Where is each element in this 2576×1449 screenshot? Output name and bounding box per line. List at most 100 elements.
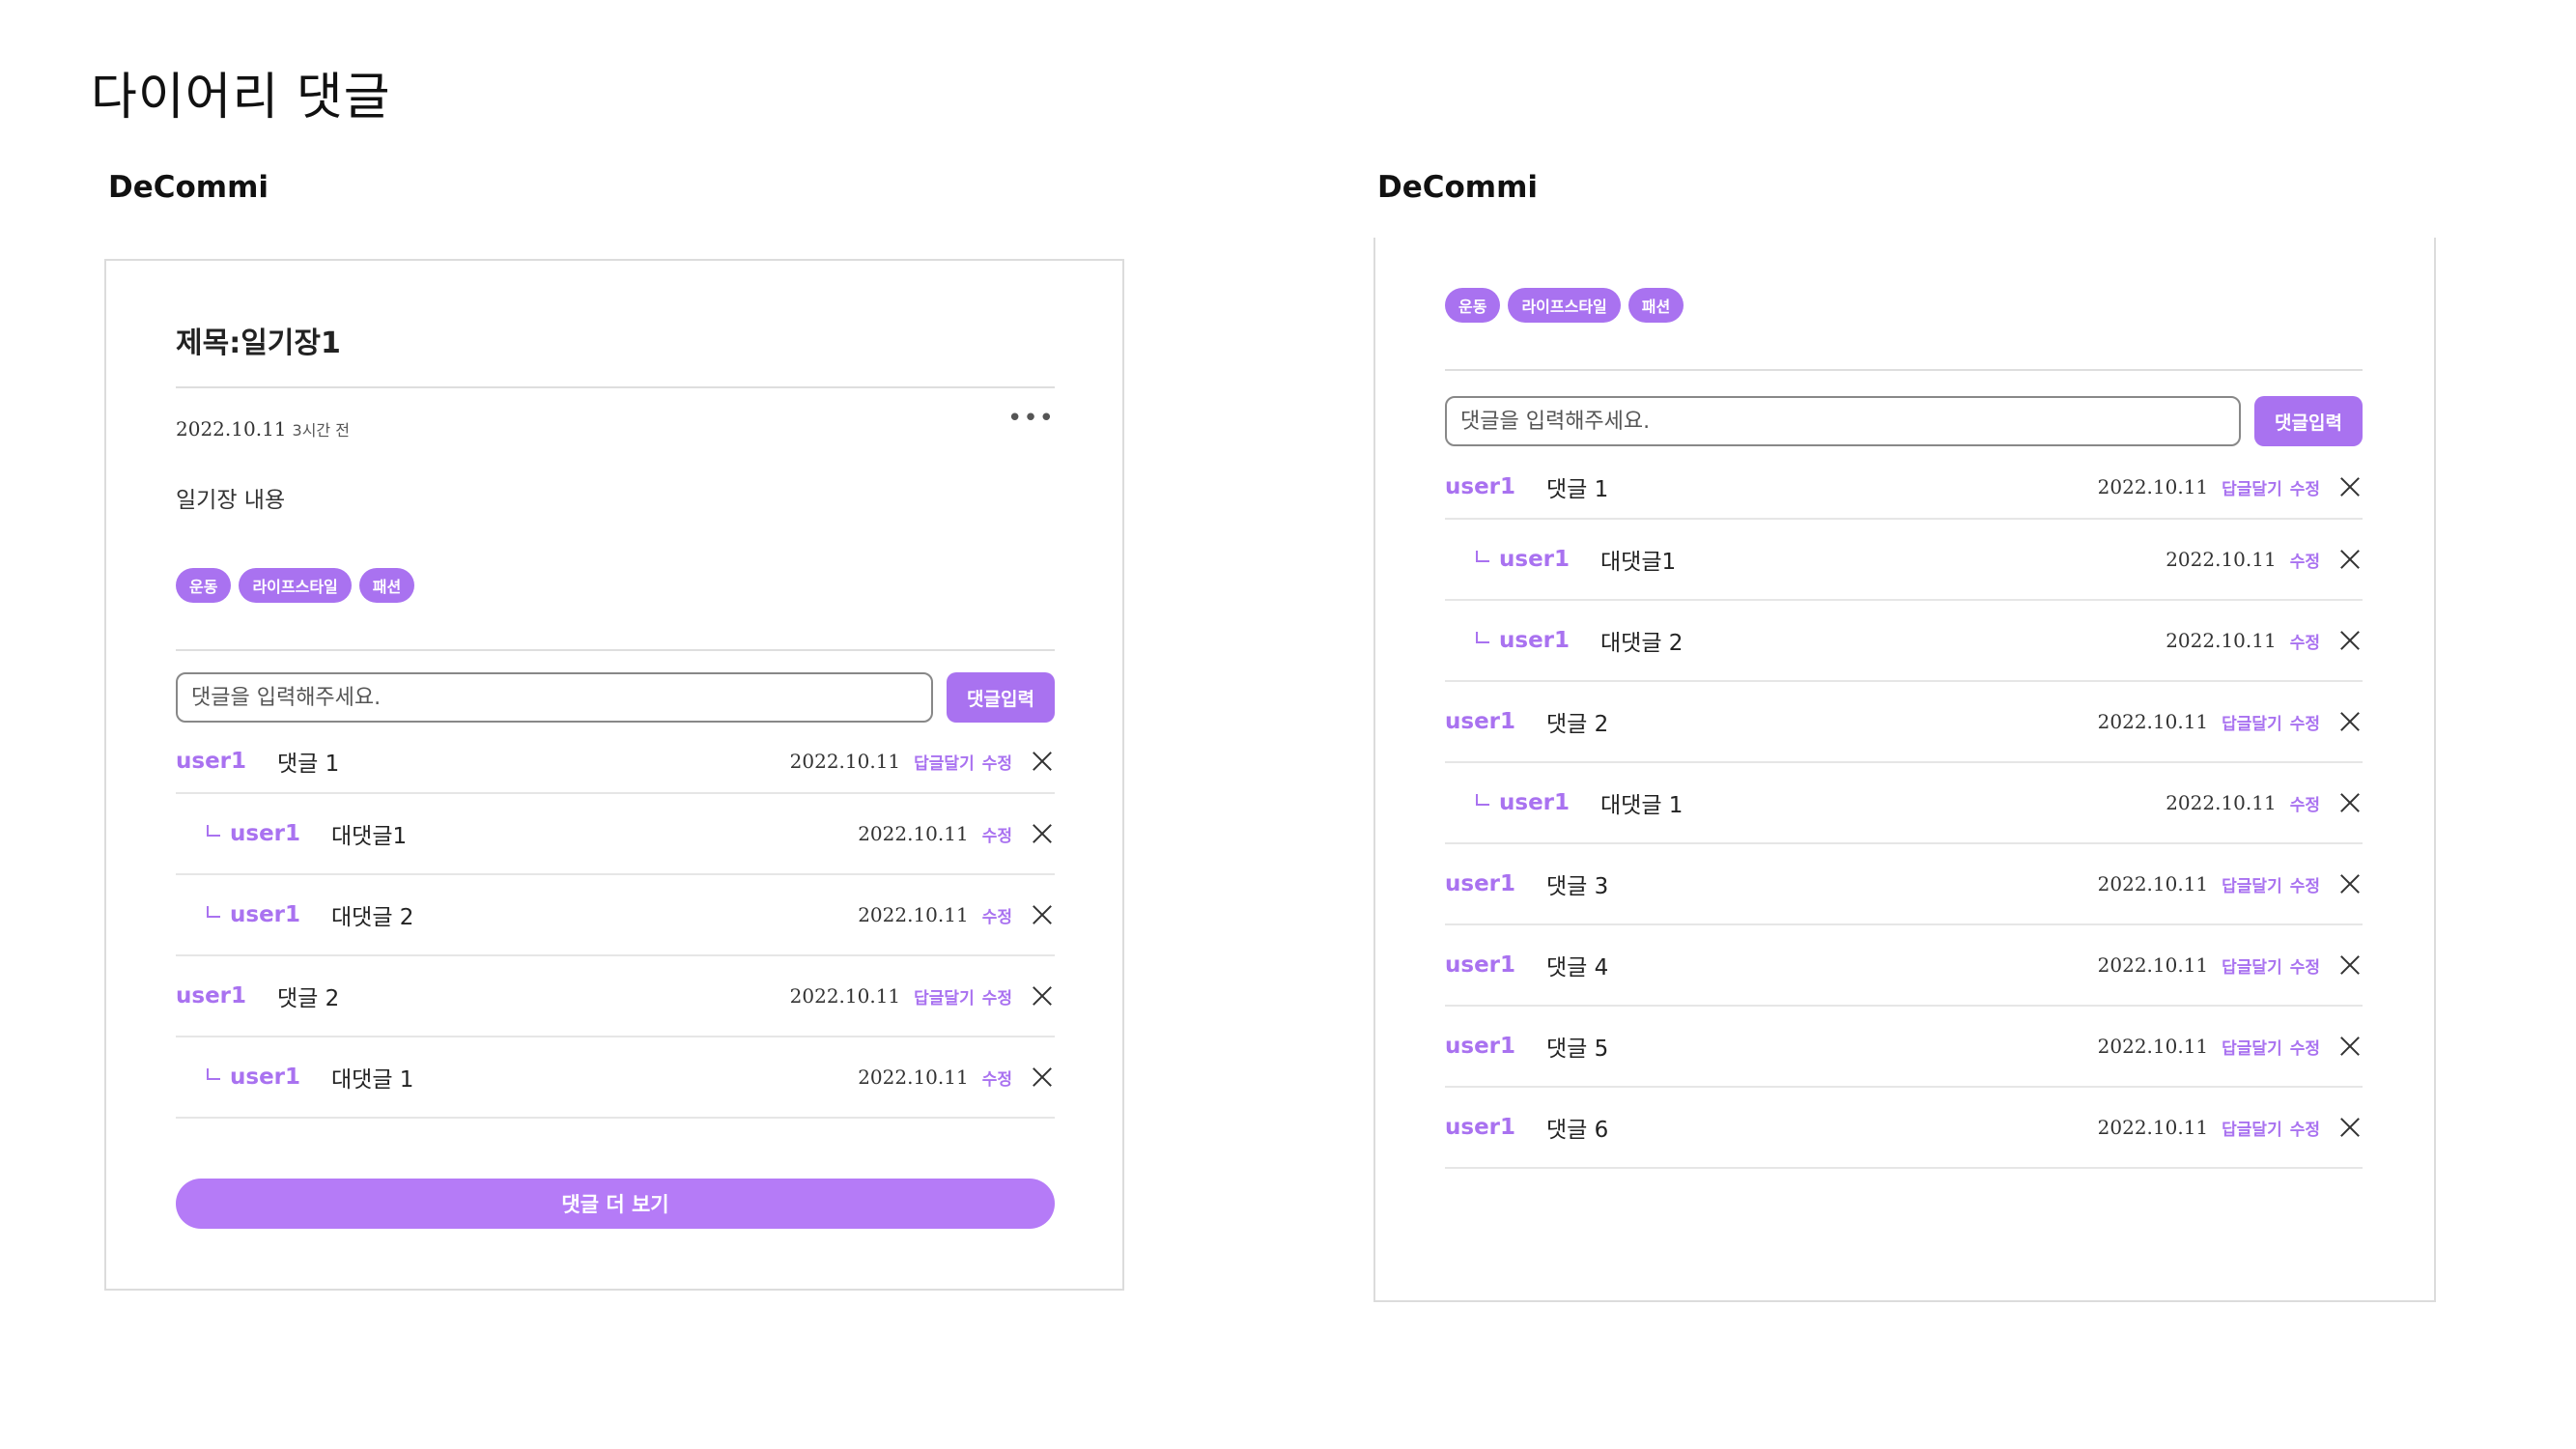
edit-link[interactable]: 수정 [982, 903, 1012, 927]
reply-corner-icon [207, 825, 220, 837]
tag-exercise[interactable]: 운동 [176, 568, 232, 603]
comment-row: user1 댓글 6 2022.10.11 답글달기 수정 [1445, 1088, 2363, 1169]
comment-text: 대댓글 1 [1600, 793, 1684, 818]
reply-link[interactable]: 답글달기 [2222, 710, 2282, 734]
comment-user[interactable]: user1 [1445, 1115, 1515, 1140]
comment-user[interactable]: user1 [1445, 871, 1515, 896]
more-comments-button[interactable]: 댓글 더 보기 [176, 1179, 1055, 1229]
close-icon[interactable] [2337, 547, 2363, 572]
reply-link[interactable]: 답글달기 [2222, 475, 2282, 499]
comment-user[interactable]: user1 [1499, 790, 1570, 815]
post-time-ago: 3시간 전 [292, 421, 350, 440]
tag-lifestyle[interactable]: 라이프스타일 [1508, 288, 1621, 323]
edit-link[interactable]: 수정 [2290, 475, 2320, 499]
comment-text: 대댓글1 [331, 824, 408, 849]
comment-date: 2022.10.11 [2097, 953, 2209, 977]
reply-link[interactable]: 답글달기 [2222, 872, 2282, 896]
comment-text: 대댓글 1 [331, 1067, 414, 1093]
comment-date: 2022.10.11 [2166, 629, 2277, 652]
tag-lifestyle[interactable]: 라이프스타일 [239, 568, 352, 603]
edit-link[interactable]: 수정 [982, 822, 1012, 846]
close-icon[interactable] [2337, 790, 2363, 815]
comment-date: 2022.10.11 [2097, 1035, 2209, 1058]
tag-list: 운동 라이프스타일 패션 [1445, 288, 1684, 323]
close-icon[interactable] [2337, 709, 2363, 734]
comment-input[interactable] [176, 672, 933, 723]
edit-link[interactable]: 수정 [982, 984, 1012, 1009]
edit-link[interactable]: 수정 [2290, 791, 2320, 815]
comment-text: 댓글 2 [1546, 712, 1609, 737]
post-body: 일기장 내용 [176, 488, 286, 513]
close-icon[interactable] [1030, 983, 1055, 1009]
comment-user[interactable]: user1 [1499, 547, 1570, 572]
comment-user[interactable]: user1 [1445, 952, 1515, 978]
comment-date: 2022.10.11 [789, 750, 901, 773]
reply-corner-icon [1476, 632, 1489, 643]
close-icon[interactable] [2337, 1115, 2363, 1140]
reply-link[interactable]: 답글달기 [2222, 1116, 2282, 1140]
close-icon[interactable] [1030, 821, 1055, 846]
close-icon[interactable] [2337, 952, 2363, 978]
reply-row: user1 대댓글1 2022.10.11 수정 [1445, 520, 2363, 601]
edit-link[interactable]: 수정 [982, 750, 1012, 774]
comment-text: 댓글 2 [277, 986, 340, 1011]
close-icon[interactable] [1030, 749, 1055, 774]
edit-link[interactable]: 수정 [2290, 1035, 2320, 1059]
tag-fashion[interactable]: 패션 [1628, 288, 1684, 323]
close-icon[interactable] [1030, 1065, 1055, 1090]
comment-user[interactable]: user1 [1499, 628, 1570, 653]
comment-user[interactable]: user1 [176, 749, 246, 774]
comment-text: 대댓글1 [1600, 550, 1677, 575]
reply-link[interactable]: 답글달기 [914, 750, 975, 774]
reply-link[interactable]: 답글달기 [2222, 953, 2282, 978]
comment-date: 2022.10.11 [2097, 872, 2209, 895]
close-icon[interactable] [2337, 1034, 2363, 1059]
comment-input[interactable] [1445, 396, 2241, 446]
tag-exercise[interactable]: 운동 [1445, 288, 1501, 323]
comment-user[interactable]: user1 [230, 1065, 300, 1090]
comment-user[interactable]: user1 [1445, 1034, 1515, 1059]
reply-link[interactable]: 답글달기 [914, 984, 975, 1009]
reply-link[interactable]: 답글달기 [2222, 1035, 2282, 1059]
reply-corner-icon [1476, 794, 1489, 806]
comment-date: 2022.10.11 [2097, 1116, 2209, 1139]
submit-comment-button[interactable]: 댓글입력 [2254, 396, 2363, 446]
comment-user[interactable]: user1 [230, 902, 300, 927]
reply-corner-icon [207, 906, 220, 918]
brand-logo-right[interactable]: DeCommi [1377, 170, 1538, 205]
brand-logo-left[interactable]: DeCommi [108, 170, 269, 205]
comment-user[interactable]: user1 [230, 821, 300, 846]
comment-user[interactable]: user1 [1445, 474, 1515, 499]
edit-link[interactable]: 수정 [2290, 953, 2320, 978]
edit-link[interactable]: 수정 [2290, 548, 2320, 572]
comment-text: 댓글 1 [1546, 477, 1609, 502]
edit-link[interactable]: 수정 [2290, 629, 2320, 653]
comment-row: user1 댓글 2 2022.10.11 답글달기 수정 [1445, 682, 2363, 763]
submit-comment-button[interactable]: 댓글입력 [947, 672, 1055, 723]
reply-row: user1 대댓글 2 2022.10.11 수정 [176, 875, 1055, 956]
comment-row: user1 댓글 2 2022.10.11 답글달기 수정 [176, 956, 1055, 1037]
tag-fashion[interactable]: 패션 [358, 568, 415, 603]
comment-date: 2022.10.11 [2097, 710, 2209, 733]
edit-link[interactable]: 수정 [982, 1065, 1012, 1090]
close-icon[interactable] [1030, 902, 1055, 927]
comment-date: 2022.10.11 [2166, 548, 2277, 571]
close-icon[interactable] [2337, 628, 2363, 653]
edit-link[interactable]: 수정 [2290, 710, 2320, 734]
reply-corner-icon [207, 1068, 220, 1080]
reply-row: user1 대댓글 2 2022.10.11 수정 [1445, 601, 2363, 682]
edit-link[interactable]: 수정 [2290, 1116, 2320, 1140]
comment-text: 댓글 5 [1546, 1037, 1609, 1062]
comment-input-row: 댓글입력 [176, 672, 1055, 723]
reply-row: user1 대댓글 1 2022.10.11 수정 [1445, 763, 2363, 844]
more-dots-icon[interactable]: ••• [1007, 404, 1055, 433]
comment-user[interactable]: user1 [1445, 709, 1515, 734]
comment-date: 2022.10.11 [858, 822, 969, 845]
close-icon[interactable] [2337, 871, 2363, 896]
reply-row: user1 대댓글 1 2022.10.11 수정 [176, 1037, 1055, 1119]
comment-text: 대댓글 2 [331, 905, 414, 930]
comment-user[interactable]: user1 [176, 983, 246, 1009]
diary-card-left: 제목:일기장1 2022.10.11 3시간 전 ••• 일기장 내용 운동 라이… [104, 259, 1124, 1291]
edit-link[interactable]: 수정 [2290, 872, 2320, 896]
close-icon[interactable] [2337, 474, 2363, 499]
